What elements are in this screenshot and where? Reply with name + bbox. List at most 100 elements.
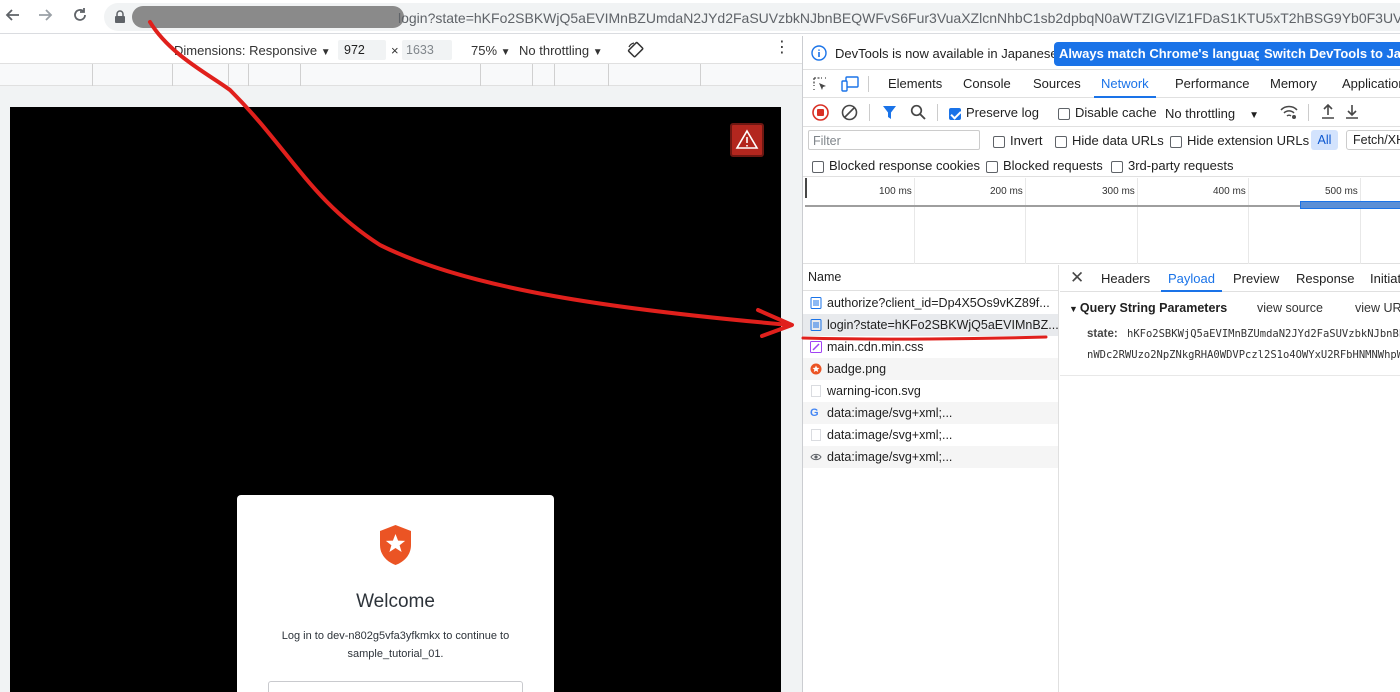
view-source-link[interactable]: view source [1257, 301, 1323, 315]
filter-input[interactable]: Filter [808, 130, 980, 150]
rotate-icon[interactable] [627, 41, 645, 59]
request-list: Name authorize?client_id=Dp4X5Os9vKZ89f.… [803, 265, 1059, 692]
image-icon [810, 363, 822, 375]
tab-headers[interactable]: Headers [1101, 265, 1150, 292]
tab-performance[interactable]: Performance [1175, 70, 1249, 98]
search-icon[interactable] [910, 104, 926, 120]
login-subtitle-line2: sample_tutorial_01. [347, 648, 444, 660]
blocked-cookies-checkbox[interactable]: Blocked response cookies [812, 158, 980, 173]
blocked-requests-checkbox[interactable]: Blocked requests [986, 158, 1103, 173]
close-icon[interactable]: ✕ [1070, 269, 1084, 286]
warning-icon[interactable] [730, 123, 764, 157]
timeline-selection[interactable] [1300, 201, 1400, 209]
timeline-tick: 500 ms [1325, 186, 1358, 197]
disable-cache-checkbox[interactable]: Disable cache [1058, 105, 1157, 120]
filter-icon[interactable] [882, 105, 897, 120]
invert-checkbox[interactable]: Invert [993, 133, 1043, 148]
request-row[interactable]: authorize?client_id=Dp4X5Os9vKZ89f... [803, 292, 1058, 314]
dimensions-dropdown[interactable]: Dimensions: Responsive ▼ [174, 43, 331, 58]
timeline-tick: 100 ms [879, 186, 912, 197]
network-throttling-dropdown[interactable]: No throttling ▼ [1165, 106, 1259, 121]
language-infobar: DevTools is now available in Japanese! A… [803, 36, 1400, 70]
login-card: Welcome Log in to dev-n802g5vfa3yfkmkx t… [237, 495, 554, 692]
zoom-dropdown[interactable]: 75% ▼ [471, 43, 511, 58]
tab-network[interactable]: Network [1094, 70, 1156, 98]
height-input[interactable]: 1633 [402, 40, 452, 60]
timeline-overview: 100 ms 200 ms 300 ms 400 ms 500 ms [803, 178, 1400, 264]
timeline-tick: 200 ms [990, 186, 1023, 197]
url-text: login?state=hKFo2SBKWjQ5aEVIMnBZUmdaN2JY… [398, 10, 1400, 26]
type-filter-fetch[interactable]: Fetch/XHR [1346, 130, 1400, 150]
dimension-times: × [391, 43, 399, 58]
request-row-selected[interactable]: login?state=hKFo2SBKWjQ5aEVIMnBZ... [803, 314, 1058, 336]
request-row[interactable]: data:image/svg+xml;... [803, 424, 1058, 446]
lock-icon [115, 10, 125, 23]
clear-icon[interactable] [841, 104, 858, 121]
device-toggle-icon[interactable] [841, 76, 859, 92]
more-options-icon[interactable]: ⋮ [774, 40, 790, 56]
request-details: ✕ Headers Payload Preview Response Initi… [1060, 265, 1400, 692]
tab-elements[interactable]: Elements [888, 70, 942, 98]
hide-data-urls-checkbox[interactable]: Hide data URLs [1055, 133, 1164, 148]
auth0-logo-icon [380, 525, 411, 565]
reload-icon[interactable] [68, 5, 92, 29]
name-column-header[interactable]: Name [803, 265, 1059, 291]
tab-payload[interactable]: Payload [1161, 265, 1222, 292]
welcome-title: Welcome [356, 591, 435, 612]
page-viewport: Welcome Log in to dev-n802g5vfa3yfkmkx t… [10, 107, 781, 692]
param-value-line2: nWDc2RWUzo2NpZNkgRHA0WDVPczl2S1o4OWYxU2R… [1087, 349, 1400, 361]
tab-initiator[interactable]: Initiator [1370, 265, 1400, 292]
type-filter-all[interactable]: All [1311, 130, 1338, 150]
inspect-element-icon[interactable] [812, 76, 828, 92]
tab-preview[interactable]: Preview [1233, 265, 1279, 292]
timeline-tick: 400 ms [1213, 186, 1246, 197]
document-icon [810, 319, 822, 331]
network-toolbar: Preserve log Disable cache No throttling… [803, 98, 1400, 127]
request-row[interactable]: main.cdn.min.css [803, 336, 1058, 358]
tab-response[interactable]: Response [1296, 265, 1355, 292]
view-url-encoded-link[interactable]: view URL encoded [1355, 301, 1400, 315]
preserve-log-checkbox[interactable]: Preserve log [949, 105, 1039, 120]
hide-extension-urls-checkbox[interactable]: Hide extension URLs [1170, 133, 1309, 148]
tab-console[interactable]: Console [963, 70, 1011, 98]
param-value-line1: hKFo2SBKWjQ5aEVIMnBZUmdaN2JYd2FaSUVzbkNJ… [1127, 328, 1400, 340]
tab-sources[interactable]: Sources [1033, 70, 1081, 98]
import-har-icon[interactable] [1320, 103, 1336, 120]
eye-icon [810, 453, 822, 461]
request-row[interactable]: data:image/svg+xml;... [803, 446, 1058, 468]
device-throttling-dropdown[interactable]: No throttling ▼ [519, 43, 603, 58]
forward-arrow-icon[interactable] [33, 5, 57, 29]
tab-application[interactable]: Application [1342, 70, 1400, 98]
blank-file-icon [811, 385, 821, 397]
tab-memory[interactable]: Memory [1270, 70, 1317, 98]
device-viewport-area: Welcome Log in to dev-n802g5vfa3yfkmkx t… [0, 86, 802, 692]
stylesheet-icon [810, 341, 822, 353]
query-params-header[interactable]: ▼ Query String Parameters [1069, 301, 1227, 315]
address-bar[interactable]: login?state=hKFo2SBKWjQ5aEVIMnBZUmdaN2JY… [104, 3, 1400, 31]
query-params-section: ▼ Query String Parameters view source vie… [1060, 294, 1400, 376]
document-icon [810, 297, 822, 309]
record-stop-icon[interactable] [812, 104, 829, 121]
url-redaction [132, 6, 404, 28]
timeline-tick: 300 ms [1102, 186, 1135, 197]
width-input[interactable]: 972 [338, 40, 386, 60]
media-query-bar [0, 64, 802, 86]
login-subtitle-line1: Log in to dev-n802g5vfa3yfkmkx to contin… [281, 630, 510, 642]
network-conditions-icon[interactable] [1280, 104, 1298, 120]
export-har-icon[interactable] [1344, 103, 1360, 120]
google-icon: G [810, 407, 819, 419]
infobar-message: DevTools is now available in Japanese! [835, 46, 1062, 61]
third-party-checkbox[interactable]: 3rd-party requests [1111, 158, 1234, 173]
email-field[interactable] [268, 681, 523, 692]
switch-to-japanese-button[interactable]: Switch DevTools to Japanese [1259, 42, 1400, 66]
request-row[interactable]: badge.png [803, 358, 1058, 380]
device-toolbar: Dimensions: Responsive ▼ 972 × 1633 75% … [0, 36, 802, 64]
blocked-filters-row: Blocked response cookies Blocked request… [803, 153, 1400, 177]
info-icon [811, 45, 827, 61]
param-key: state: [1087, 328, 1118, 340]
filter-row: Filter Invert Hide data URLs Hide extens… [803, 127, 1400, 153]
back-arrow-icon[interactable] [1, 5, 25, 29]
always-match-language-button[interactable]: Always match Chrome's language [1054, 42, 1275, 66]
request-row[interactable]: G data:image/svg+xml;... [803, 402, 1058, 424]
request-row[interactable]: warning-icon.svg [803, 380, 1058, 402]
